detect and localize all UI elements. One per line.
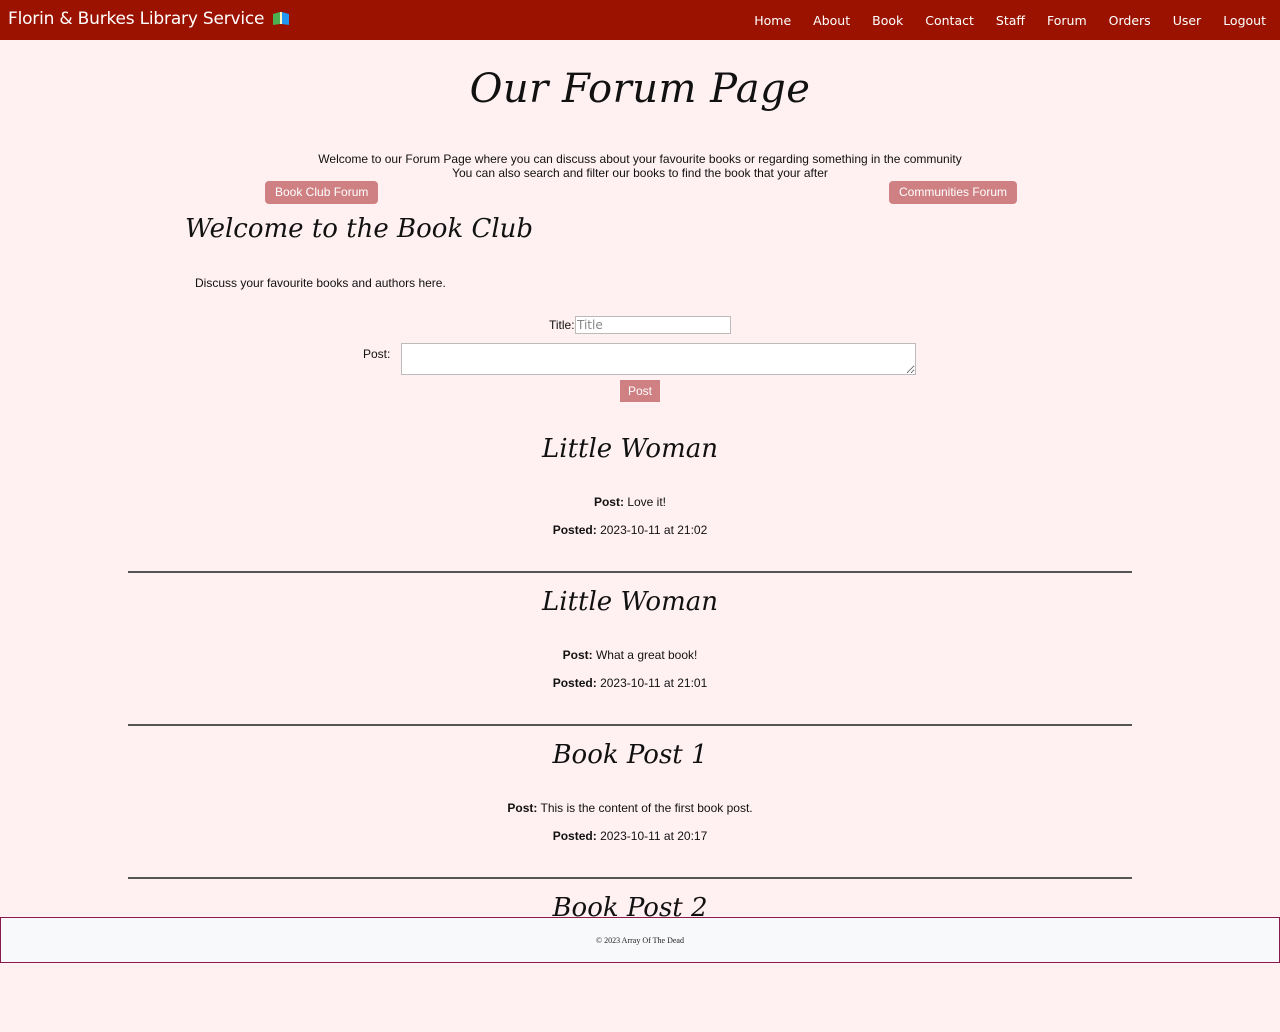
posted-label: Posted: [552, 829, 597, 843]
post-submit-button[interactable]: Post [620, 380, 660, 402]
post-content: This is the content of the first book po… [540, 801, 753, 815]
post-body: Post: What a great book! [128, 648, 1132, 662]
post-content-label: Post: [507, 801, 538, 815]
nav-link-about[interactable]: About [813, 13, 850, 28]
nav-link-logout[interactable]: Logout [1223, 13, 1266, 28]
post-content-label: Post: [562, 648, 593, 662]
nav-link-home[interactable]: Home [754, 13, 791, 28]
post-label: Post: [363, 347, 391, 361]
nav-link-orders[interactable]: Orders [1109, 13, 1151, 28]
post-body: Post: This is the content of the first b… [128, 801, 1132, 815]
post-timestamp: 2023-10-11 at 21:02 [600, 523, 708, 537]
post-date: Posted: 2023-10-11 at 20:17 [128, 829, 1132, 843]
page-title: Our Forum Page [469, 66, 811, 112]
book-club-forum-button[interactable]: Book Club Forum [265, 181, 379, 204]
brand-name: Florin & Burkes Library Service [8, 9, 265, 29]
nav-link-book[interactable]: Book [872, 13, 903, 28]
post-title: Little Woman [542, 587, 718, 617]
intro-line-1: Welcome to our Forum Page where you can … [318, 152, 962, 166]
nav-link-staff[interactable]: Staff [996, 13, 1025, 28]
forum-post: Little Woman Post: Love it! Posted: 2023… [128, 420, 1132, 573]
forum-post: Book Post 1 Post: This is the content of… [128, 726, 1132, 879]
nav-link-contact[interactable]: Contact [925, 13, 974, 28]
section-description: Discuss your favourite books and authors… [195, 276, 446, 290]
post-title: Little Woman [542, 434, 718, 464]
nav-links: Home About Book Contact Staff Forum Orde… [732, 13, 1266, 28]
communities-forum-button[interactable]: Communities Forum [889, 181, 1018, 204]
book-icon [272, 12, 289, 25]
nav-link-user[interactable]: User [1173, 13, 1202, 28]
brand[interactable]: Florin & Burkes Library Service [8, 9, 289, 29]
post-title: Book Post 1 [552, 740, 708, 770]
post-timestamp: 2023-10-11 at 20:17 [600, 829, 708, 843]
post-timestamp: 2023-10-11 at 21:01 [600, 676, 708, 690]
post-textarea[interactable] [401, 343, 916, 375]
posted-label: Posted: [552, 676, 597, 690]
post-date: Posted: 2023-10-11 at 21:02 [128, 523, 1132, 537]
post-content-label: Post: [593, 495, 624, 509]
title-input[interactable] [575, 316, 731, 334]
section-title: Welcome to the Book Club [185, 214, 534, 244]
intro-line-2: You can also search and filter our books… [452, 166, 828, 180]
post-date: Posted: 2023-10-11 at 21:01 [128, 676, 1132, 690]
post-content: Love it! [627, 495, 667, 509]
post-body: Post: Love it! [128, 495, 1132, 509]
top-navbar: Florin & Burkes Library Service Home Abo… [0, 0, 1280, 40]
title-label: Title: [549, 318, 575, 332]
nav-link-forum[interactable]: Forum [1047, 13, 1087, 28]
footer-copyright: © 2023 Array Of The Dead [596, 936, 684, 945]
forum-post: Little Woman Post: What a great book! Po… [128, 573, 1132, 726]
post-content: What a great book! [595, 648, 698, 662]
footer: © 2023 Array Of The Dead [0, 917, 1280, 963]
posted-label: Posted: [552, 523, 597, 537]
intro-text: Welcome to our Forum Page where you can … [0, 152, 1280, 180]
